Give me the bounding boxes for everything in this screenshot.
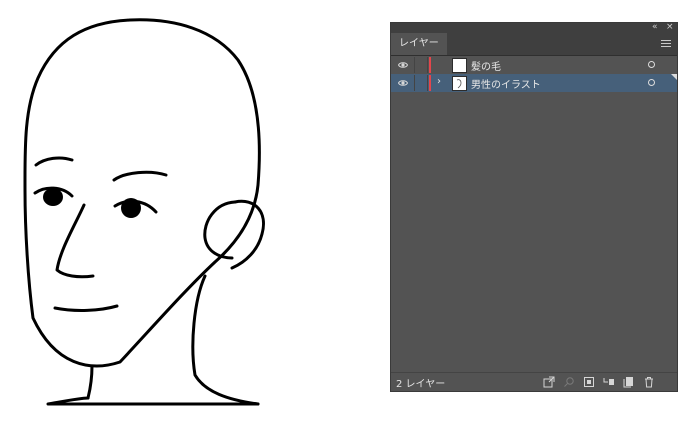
layer-color-swatch bbox=[429, 75, 431, 91]
ear-outer bbox=[230, 199, 265, 270]
new-sublayer-icon[interactable] bbox=[603, 376, 615, 388]
eye-icon[interactable] bbox=[398, 61, 408, 69]
neck-left bbox=[86, 364, 94, 400]
right-eyebrow bbox=[112, 170, 168, 182]
ear bbox=[203, 200, 237, 260]
left-eyebrow bbox=[34, 156, 74, 167]
layer-name[interactable]: 髪の毛 bbox=[471, 58, 501, 73]
new-layer-icon[interactable] bbox=[623, 376, 635, 388]
expand-arrow-icon[interactable]: › bbox=[437, 76, 441, 87]
mouth bbox=[53, 304, 119, 312]
layer-row-male-illustration[interactable]: › 男性のイラスト bbox=[391, 74, 677, 92]
layer-name[interactable]: 男性のイラスト bbox=[471, 76, 541, 91]
target-circle-icon[interactable] bbox=[648, 61, 655, 68]
panel-menu-icon[interactable] bbox=[661, 38, 671, 50]
layer-count: 2 レイヤー bbox=[396, 379, 446, 390]
panel-footer: 2 レイヤー bbox=[391, 372, 677, 391]
left-eye bbox=[43, 188, 63, 206]
layer-list: 髪の毛 › 男性のイラスト bbox=[391, 56, 677, 92]
search-icon[interactable] bbox=[563, 376, 575, 388]
layer-thumbnail bbox=[452, 76, 467, 91]
layer-thumbnail bbox=[452, 58, 467, 73]
eye-icon[interactable] bbox=[398, 79, 408, 87]
neck-right bbox=[191, 274, 260, 406]
panel-title-strip: « × bbox=[391, 21, 677, 33]
panel-tab-bar: レイヤー bbox=[391, 33, 677, 56]
right-eye bbox=[121, 198, 141, 218]
selection-indicator bbox=[671, 74, 677, 80]
clip-mask-icon[interactable] bbox=[583, 376, 595, 388]
tab-layers[interactable]: レイヤー bbox=[391, 33, 447, 55]
lock-toggle[interactable] bbox=[414, 75, 428, 91]
layer-color-swatch bbox=[429, 57, 431, 73]
nose bbox=[55, 203, 95, 279]
male-face-illustration bbox=[23, 18, 265, 406]
close-panel-button[interactable]: × bbox=[666, 21, 674, 33]
lock-toggle[interactable] bbox=[414, 57, 428, 73]
layer-row-hair[interactable]: 髪の毛 bbox=[391, 56, 677, 74]
target-circle-icon[interactable] bbox=[648, 79, 655, 86]
export-icon[interactable] bbox=[543, 376, 555, 388]
trash-icon[interactable] bbox=[643, 376, 655, 388]
layers-panel: « × レイヤー 髪の毛 › 男性のイラスト 2 レイヤー bbox=[390, 22, 678, 392]
shoulder-line bbox=[46, 396, 260, 406]
collapse-panel-button[interactable]: « bbox=[652, 21, 658, 33]
